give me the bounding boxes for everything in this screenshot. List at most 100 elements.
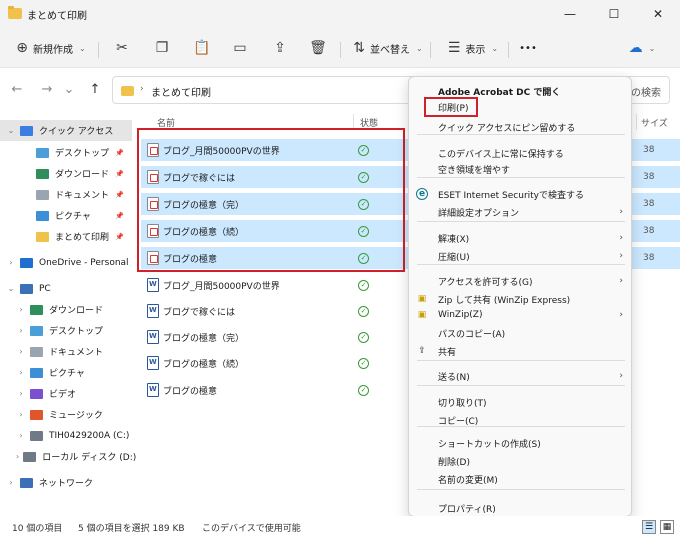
share-icon: ⇪ — [274, 40, 286, 56]
more-options-button[interactable]: ••• — [514, 34, 542, 62]
sidebar-item[interactable]: ダウンロード 📌 — [0, 163, 132, 184]
sidebar-item[interactable]: › ミュージック — [0, 404, 132, 425]
sidebar-item-label: ダウンロード — [55, 170, 110, 180]
scissors-icon: ✂ — [116, 40, 128, 56]
submenu-arrow-icon: › — [619, 233, 623, 243]
sidebar-item[interactable]: ⌄ PC — [0, 278, 132, 299]
expand-chevron-icon[interactable]: › — [16, 431, 26, 440]
menu-item[interactable]: 削除(D) — [409, 452, 633, 470]
sidebar-item[interactable]: › ローカル ディスク (D:) — [0, 446, 136, 467]
paste-icon: 📋 — [193, 40, 211, 56]
details-view-button[interactable]: ☰ — [642, 520, 656, 534]
sidebar-item-label: ドキュメント — [55, 191, 110, 201]
menu-item[interactable]: プロパティ(R) — [409, 499, 633, 517]
menu-item-label: クイック アクセスにピン留めする — [438, 123, 576, 134]
share-icon: ⇪ — [418, 346, 426, 356]
sidebar-item-label: ピクチャ — [49, 369, 85, 379]
menu-item[interactable]: ⇪ 共有 — [409, 342, 633, 360]
sidebar-item-icon — [30, 304, 43, 315]
sidebar-item[interactable]: ドキュメント 📌 — [0, 184, 132, 205]
paste-button[interactable]: 📋 — [188, 34, 216, 62]
expand-chevron-icon[interactable]: › — [6, 258, 16, 267]
submenu-arrow-icon: › — [619, 276, 623, 286]
close-button[interactable]: ✕ — [636, 0, 680, 28]
pin-icon: 📌 — [115, 148, 124, 157]
expand-chevron-icon[interactable]: › — [16, 410, 26, 419]
new-button[interactable]: ⊕ 新規作成 ⌄ — [10, 34, 92, 62]
minimize-button[interactable]: — — [548, 0, 592, 28]
rename-button[interactable]: ▭ — [226, 34, 254, 62]
file-row[interactable]: ブログの極意（完） ✓ — [141, 326, 407, 348]
sidebar-item[interactable]: デスクトップ 📌 — [0, 142, 132, 163]
sidebar-item[interactable]: › ドキュメント — [0, 341, 132, 362]
expand-chevron-icon[interactable]: › — [16, 389, 26, 398]
sort-button[interactable]: ⇅ 並べ替え ⌄ — [350, 34, 426, 62]
menu-item[interactable]: アクセスを許可する(G) › — [409, 272, 633, 290]
title-bar: まとめて印刷 — ☐ ✕ — [0, 0, 680, 28]
menu-item-label: 詳細設定オプション — [438, 208, 520, 219]
file-size: 38 — [643, 226, 655, 236]
menu-item-label: パスのコピー(A) — [438, 329, 506, 340]
file-name: ブログの極意（完） — [163, 333, 245, 344]
file-row[interactable]: ブログ_月間50000PVの世界 ✓ — [141, 274, 407, 296]
sidebar-item[interactable]: › OneDrive - Personal — [0, 252, 132, 273]
menu-item[interactable]: e ESET Internet Securityで検査する — [409, 185, 633, 203]
file-size: 38 — [643, 199, 655, 209]
sidebar-item[interactable]: ピクチャ 📌 — [0, 205, 132, 226]
up-button[interactable]: ↑ — [84, 78, 106, 100]
menu-item[interactable]: 名前の変更(M) — [409, 470, 633, 488]
file-row[interactable]: ブログで稼ぐには ✓ — [141, 300, 407, 322]
menu-item[interactable]: ▣ WinZip(Z) › — [409, 306, 633, 324]
menu-item[interactable]: 空き領域を増やす — [409, 160, 633, 178]
file-row[interactable]: ブログの極意（続） ✓ — [141, 352, 407, 374]
sidebar-item[interactable]: › ビデオ — [0, 383, 132, 404]
menu-item[interactable]: 圧縮(U) › — [409, 247, 633, 265]
menu-item-label: 共有 — [438, 347, 457, 358]
menu-item[interactable]: 送る(N) › — [409, 367, 633, 385]
recent-dropdown-button[interactable]: ⌄ — [58, 78, 80, 100]
menu-item[interactable]: パスのコピー(A) — [409, 324, 633, 342]
sidebar-item-icon — [20, 125, 33, 136]
expand-chevron-icon[interactable]: › — [6, 478, 16, 487]
menu-item[interactable]: 解凍(X) › — [409, 229, 633, 247]
expand-chevron-icon[interactable]: ⌄ — [6, 284, 16, 293]
menu-item[interactable]: 切り取り(T) — [409, 393, 633, 411]
cloud-icon: ☁ — [628, 40, 643, 56]
folder-icon — [121, 86, 134, 96]
view-button[interactable]: ☰ 表示 ⌄ — [438, 34, 508, 62]
breadcrumb[interactable]: まとめて印刷 — [151, 84, 211, 99]
onedrive-button[interactable]: ☁ ⌄ — [622, 34, 662, 62]
cut-button[interactable]: ✂ — [108, 34, 136, 62]
sidebar-item[interactable]: › ダウンロード — [0, 299, 132, 320]
pin-icon: 📌 — [115, 232, 124, 241]
expand-chevron-icon[interactable]: › — [16, 347, 26, 356]
word-file-icon — [147, 330, 159, 344]
sidebar-item[interactable]: › ピクチャ — [0, 362, 132, 383]
column-header-size[interactable]: サイズ — [641, 116, 668, 129]
sidebar-item-icon — [36, 210, 49, 221]
copy-button[interactable]: ❐ — [148, 34, 176, 62]
sidebar-item[interactable]: › TIH0429200A (C:) — [0, 425, 132, 446]
sidebar-item[interactable]: ⌄ クイック アクセス — [0, 120, 132, 141]
expand-chevron-icon[interactable]: › — [16, 326, 26, 335]
sidebar-item[interactable]: › デスクトップ — [0, 320, 132, 341]
menu-item[interactable]: 詳細設定オプション › — [409, 203, 633, 221]
share-button[interactable]: ⇪ — [266, 34, 294, 62]
expand-chevron-icon[interactable]: › — [16, 368, 26, 377]
menu-separator — [417, 221, 625, 222]
sidebar-item[interactable]: › ネットワーク — [0, 472, 132, 493]
file-size: 38 — [643, 253, 655, 263]
menu-item-label: 名前の変更(M) — [438, 475, 498, 486]
maximize-button[interactable]: ☐ — [592, 0, 636, 28]
chevron-down-icon: ⌄ — [648, 43, 656, 53]
delete-button[interactable]: 🗑 — [304, 34, 332, 62]
expand-chevron-icon[interactable]: ⌄ — [6, 126, 16, 135]
sidebar-item[interactable]: まとめて印刷 📌 — [0, 226, 132, 247]
forward-button[interactable]: → — [36, 78, 58, 100]
back-button[interactable]: ← — [6, 78, 28, 100]
expand-chevron-icon[interactable]: › — [16, 452, 19, 461]
menu-item[interactable]: ショートカットの作成(S) — [409, 434, 633, 452]
tiles-view-button[interactable]: ▦ — [660, 520, 674, 534]
expand-chevron-icon[interactable]: › — [16, 305, 26, 314]
file-row[interactable]: ブログの極意 ✓ — [141, 379, 407, 401]
